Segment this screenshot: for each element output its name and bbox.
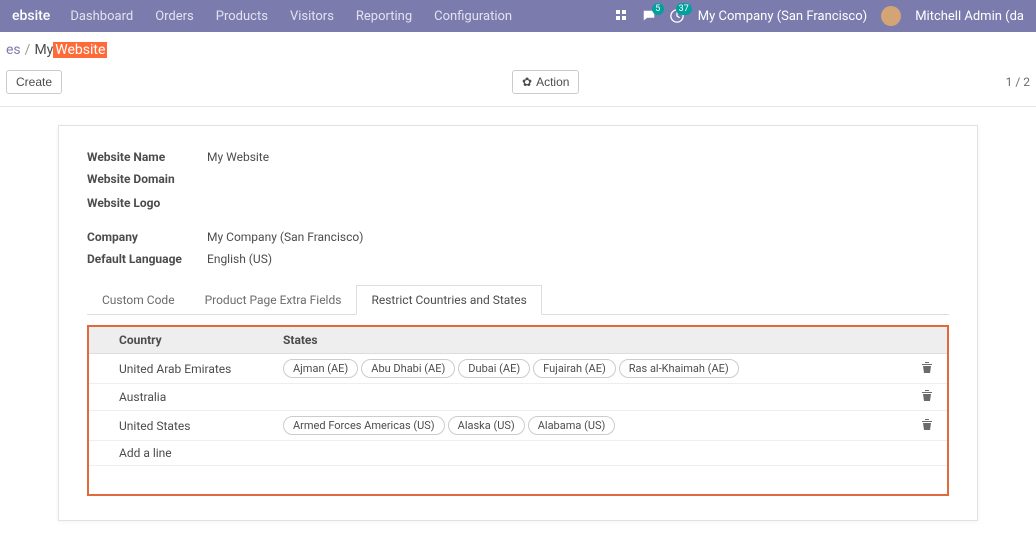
website-name-label: Website Name xyxy=(87,150,207,164)
chat-icon[interactable]: 5 xyxy=(642,9,656,23)
chat-badge: 5 xyxy=(652,3,664,15)
default-language-label: Default Language xyxy=(87,252,207,266)
activity-badge: 37 xyxy=(676,3,692,15)
state-tag[interactable]: Alabama (US) xyxy=(528,416,616,435)
company-value[interactable]: My Company (San Francisco) xyxy=(207,230,363,244)
restrict-table: Country States United Arab EmiratesAjman… xyxy=(89,327,947,466)
website-logo-label: Website Logo xyxy=(87,196,207,210)
country-cell[interactable]: United Arab Emirates xyxy=(89,354,269,384)
table-row: United StatesArmed Forces Americas (US)A… xyxy=(89,411,947,441)
website-name-value[interactable]: My Website xyxy=(207,150,269,164)
breadcrumb-root[interactable]: es xyxy=(6,42,21,58)
state-tag[interactable]: Alaska (US) xyxy=(448,416,525,435)
top-nav: Dashboard Orders Products Visitors Reporting… xyxy=(70,9,615,24)
tab-restrict-countries-and-states[interactable]: Restrict Countries and States xyxy=(356,285,541,315)
tabs: Custom CodeProduct Page Extra FieldsRest… xyxy=(87,284,949,315)
trash-icon[interactable] xyxy=(921,420,933,434)
state-tag[interactable]: Dubai (AE) xyxy=(458,359,530,378)
create-button[interactable]: Create xyxy=(6,70,62,94)
tab-custom-code[interactable]: Custom Code xyxy=(87,285,190,315)
state-tag[interactable]: Ras al-Khaimah (AE) xyxy=(619,359,739,378)
nav-visitors[interactable]: Visitors xyxy=(290,9,334,24)
th-states: States xyxy=(269,327,907,354)
nav-products[interactable]: Products xyxy=(216,9,268,24)
default-language-value[interactable]: English (US) xyxy=(207,252,272,266)
apps-icon[interactable] xyxy=(616,10,628,22)
brand[interactable]: ebsite xyxy=(12,8,50,24)
action-button-label: Action xyxy=(536,75,569,89)
topbar: ebsite Dashboard Orders Products Visitors Re… xyxy=(0,0,1036,32)
breadcrumb-current-prefix: My xyxy=(34,42,53,58)
trash-icon[interactable] xyxy=(921,363,933,377)
nav-dashboard[interactable]: Dashboard xyxy=(70,9,133,24)
website-domain-label: Website Domain xyxy=(87,172,207,186)
company-label: Company xyxy=(87,230,207,244)
add-line-link[interactable]: Add a line xyxy=(119,446,172,460)
country-cell[interactable]: United States xyxy=(89,411,269,441)
country-cell[interactable]: Australia xyxy=(89,384,269,411)
form-sheet: Website Name My Website Website Domain W… xyxy=(58,125,978,521)
nav-reporting[interactable]: Reporting xyxy=(356,9,412,24)
th-country: Country xyxy=(89,327,269,354)
state-tag[interactable]: Ajman (AE) xyxy=(283,359,358,378)
table-row: United Arab EmiratesAjman (AE)Abu Dhabi … xyxy=(89,354,947,384)
states-cell[interactable]: Armed Forces Americas (US)Alaska (US)Ala… xyxy=(269,411,907,441)
gear-icon: ✿ xyxy=(522,75,532,89)
state-tag[interactable]: Fujairah (AE) xyxy=(533,359,616,378)
state-tag[interactable]: Armed Forces Americas (US) xyxy=(283,416,445,435)
breadcrumb: es / My Website xyxy=(0,32,1036,66)
control-bar: Create ✿ Action 1 / 2 xyxy=(0,66,1036,107)
trash-icon[interactable] xyxy=(921,391,933,405)
state-tag[interactable]: Abu Dhabi (AE) xyxy=(361,359,455,378)
breadcrumb-current-highlight: Website xyxy=(53,42,107,58)
restrict-table-highlight: Country States United Arab EmiratesAjman… xyxy=(87,325,949,496)
states-cell[interactable]: Ajman (AE)Abu Dhabi (AE)Dubai (AE)Fujair… xyxy=(269,354,907,384)
activity-icon[interactable]: 37 xyxy=(670,9,684,23)
user-menu[interactable]: Mitchell Admin (da xyxy=(915,9,1024,24)
company-switcher[interactable]: My Company (San Francisco) xyxy=(698,9,867,24)
action-button[interactable]: ✿ Action xyxy=(512,70,579,94)
states-cell[interactable] xyxy=(269,384,907,411)
pager[interactable]: 1 / 2 xyxy=(1006,75,1030,89)
nav-configuration[interactable]: Configuration xyxy=(434,9,512,24)
tab-product-page-extra-fields[interactable]: Product Page Extra Fields xyxy=(190,285,357,315)
nav-orders[interactable]: Orders xyxy=(155,9,194,24)
avatar[interactable] xyxy=(881,6,901,26)
table-row: Australia xyxy=(89,384,947,411)
